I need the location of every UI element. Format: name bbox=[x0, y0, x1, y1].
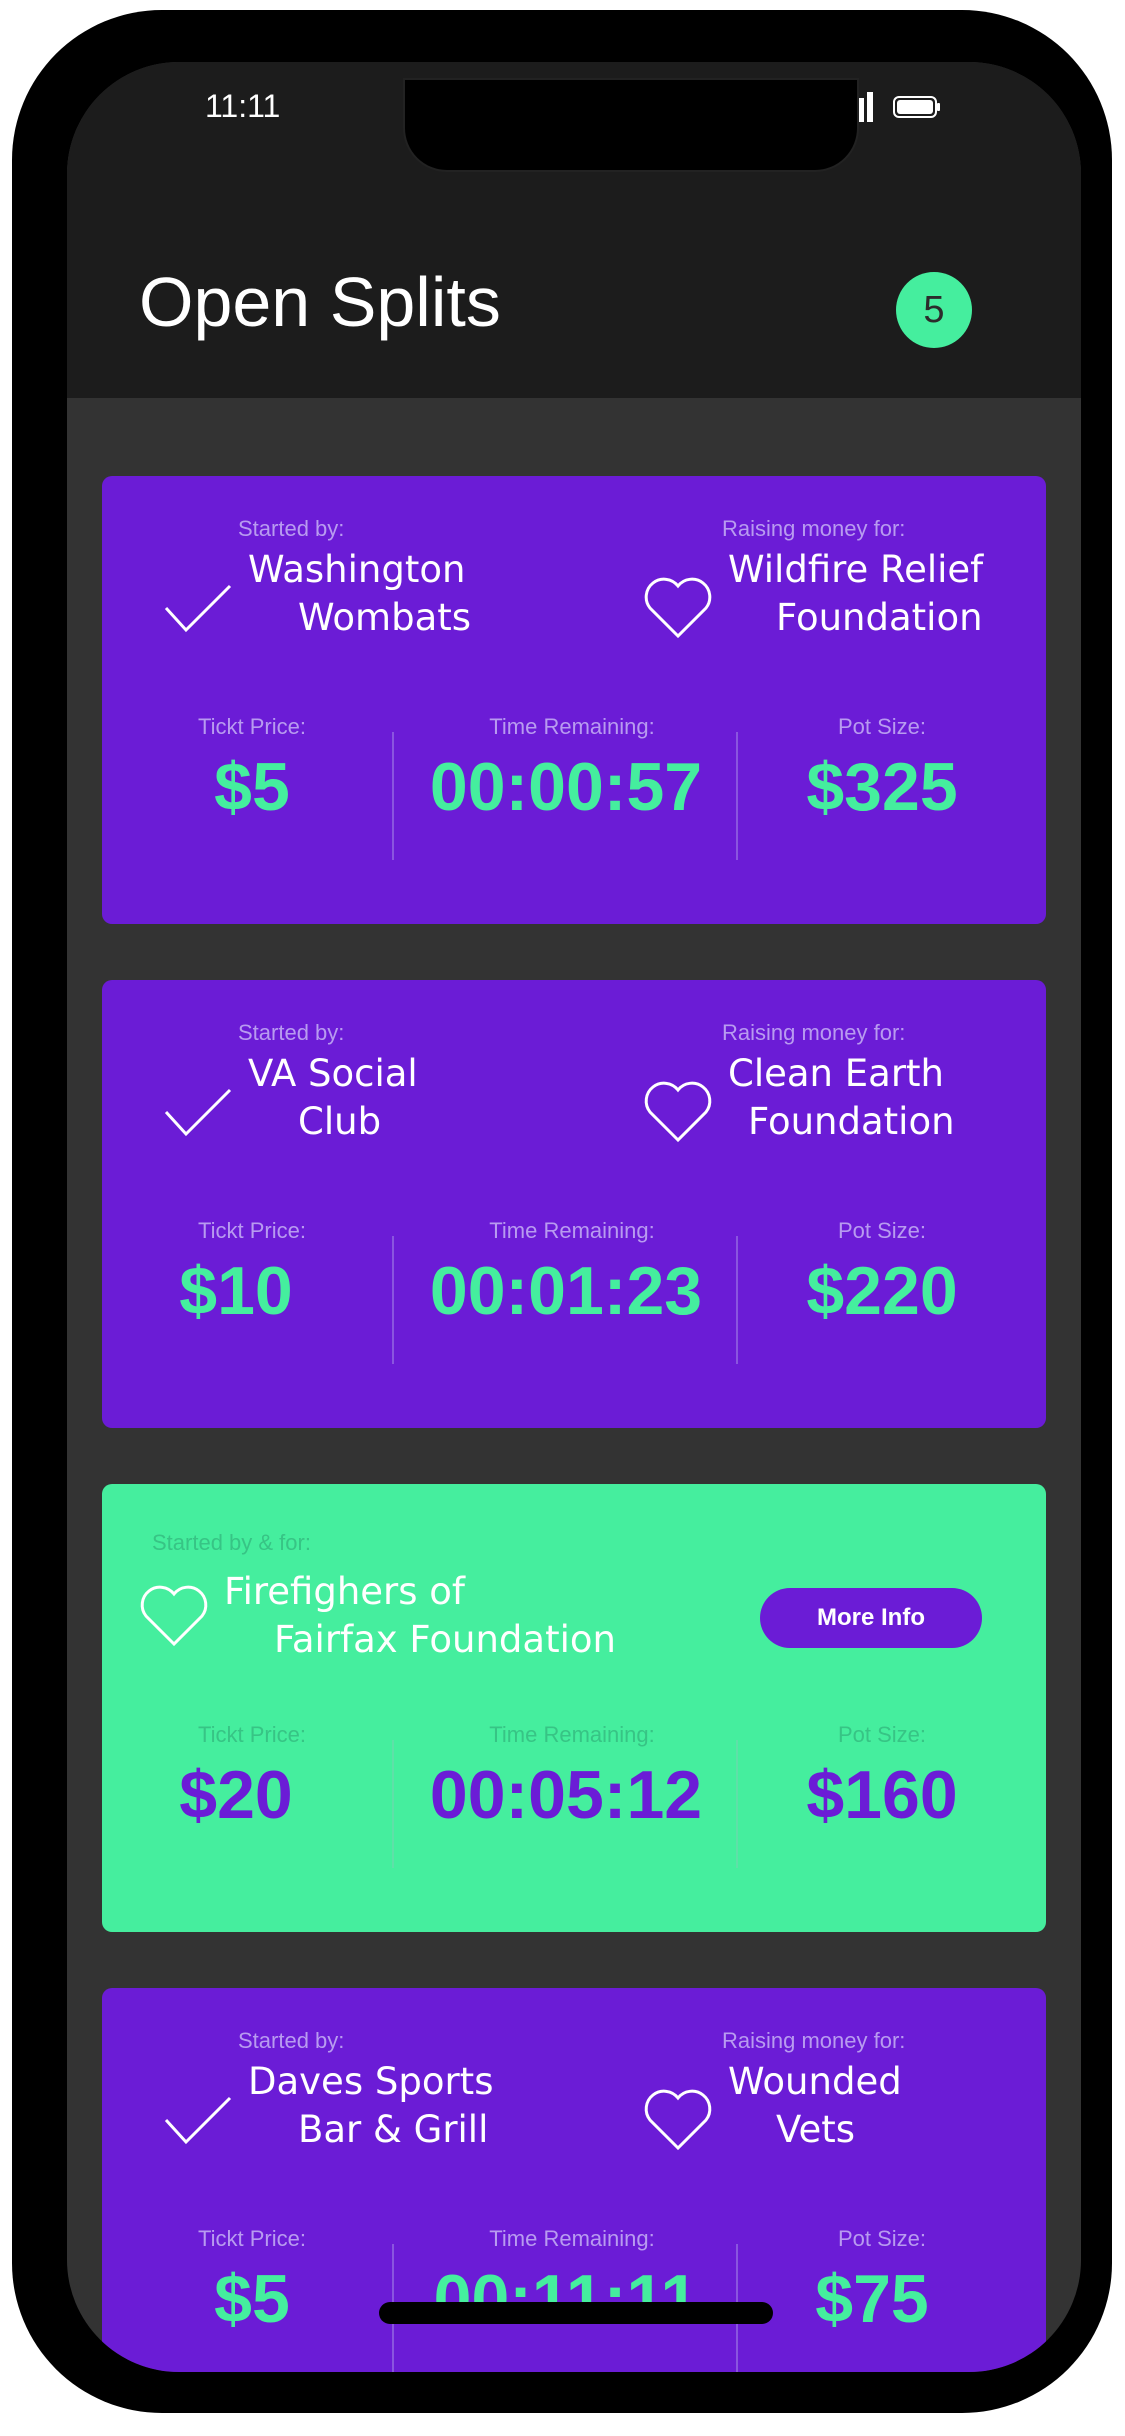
checkmark-icon bbox=[164, 2096, 232, 2145]
started-by-label: Started by: bbox=[238, 1020, 345, 1045]
ticket-price-label: Tickt Price: bbox=[198, 1722, 306, 1747]
ticket-price: $10 bbox=[179, 1253, 293, 1329]
starter-name: VA Social Club bbox=[248, 1052, 418, 1143]
pot-size: $160 bbox=[806, 1757, 958, 1833]
starter-name: Daves Sports Bar & Grill bbox=[248, 2060, 494, 2151]
divider bbox=[736, 732, 738, 860]
starter-name: Washington Wombats bbox=[248, 548, 472, 639]
pot-size: $75 bbox=[815, 2261, 929, 2337]
time-remaining-label: Time Remaining: bbox=[489, 1218, 655, 1243]
split-card[interactable]: Started by: VA Social Club Raising money… bbox=[102, 980, 1046, 1428]
time-remaining-label: Time Remaining: bbox=[489, 714, 655, 739]
raising-for-label: Raising money for: bbox=[722, 2028, 906, 2053]
split-card-highlighted[interactable]: Started by & for: Firefighers of Fairfax… bbox=[102, 1484, 1046, 1932]
started-by-label: Started by: bbox=[238, 2028, 345, 2053]
ticket-price: $20 bbox=[179, 1757, 293, 1833]
started-by-for-label: Started by & for: bbox=[152, 1530, 311, 1555]
heart-icon bbox=[644, 2089, 712, 2151]
screen: 11:11 Open Splits 5 Started by: Washingt… bbox=[67, 62, 1081, 2372]
cause-name: Wildfire Relief Foundation bbox=[728, 548, 984, 639]
open-splits-count-badge[interactable]: 5 bbox=[896, 272, 972, 348]
ticket-price-label: Tickt Price: bbox=[198, 1218, 306, 1243]
pot-size-label: Pot Size: bbox=[837, 714, 927, 739]
cause-name: Wounded Vets bbox=[728, 2060, 902, 2151]
home-indicator[interactable] bbox=[379, 2302, 773, 2324]
pot-size-label: Pot Size: bbox=[837, 1722, 927, 1747]
time-remaining: 00:05:12 bbox=[429, 1757, 703, 1833]
ticket-price-label: Tickt Price: bbox=[198, 2226, 306, 2251]
divider bbox=[736, 1740, 738, 1868]
notch bbox=[403, 78, 859, 172]
more-info-button[interactable]: More Info bbox=[760, 1588, 982, 1648]
pot-size: $220 bbox=[806, 1253, 958, 1329]
pot-size: $325 bbox=[806, 749, 958, 825]
heart-icon bbox=[140, 1585, 208, 1647]
heart-icon bbox=[644, 1081, 712, 1143]
time-remaining: 00:01:23 bbox=[429, 1253, 703, 1329]
raising-for-label: Raising money for: bbox=[722, 516, 906, 541]
divider bbox=[736, 1236, 738, 1364]
pot-size-label: Pot Size: bbox=[837, 1218, 927, 1243]
started-by-label: Started by: bbox=[238, 516, 345, 541]
checkmark-icon bbox=[164, 584, 232, 633]
raising-for-label: Raising money for: bbox=[722, 1020, 906, 1045]
ticket-price: $5 bbox=[214, 2261, 290, 2337]
battery-icon bbox=[893, 96, 940, 118]
divider bbox=[392, 732, 394, 860]
time-remaining: 00:00:57 bbox=[429, 749, 703, 825]
divider bbox=[392, 1236, 394, 1364]
pot-size-label: Pot Size: bbox=[837, 2226, 927, 2251]
checkmark-icon bbox=[164, 1088, 232, 1137]
ticket-price: $5 bbox=[214, 749, 290, 825]
split-card[interactable]: Started by: Washington Wombats Raising m… bbox=[102, 476, 1046, 924]
ticket-price-label: Tickt Price: bbox=[198, 714, 306, 739]
page-title: Open Splits bbox=[139, 263, 501, 341]
divider bbox=[392, 1740, 394, 1868]
time-remaining-label: Time Remaining: bbox=[489, 2226, 655, 2251]
heart-icon bbox=[644, 577, 712, 639]
time-remaining: 00:11:11 bbox=[433, 2261, 699, 2337]
time-remaining-label: Time Remaining: bbox=[489, 1722, 655, 1747]
phone-frame: 11:11 Open Splits 5 Started by: Washingt… bbox=[12, 10, 1112, 2413]
organization-name: Firefighers of Fairfax Foundation bbox=[224, 1570, 616, 1661]
cause-name: Clean Earth Foundation bbox=[728, 1052, 955, 1143]
status-time: 11:11 bbox=[205, 88, 281, 124]
